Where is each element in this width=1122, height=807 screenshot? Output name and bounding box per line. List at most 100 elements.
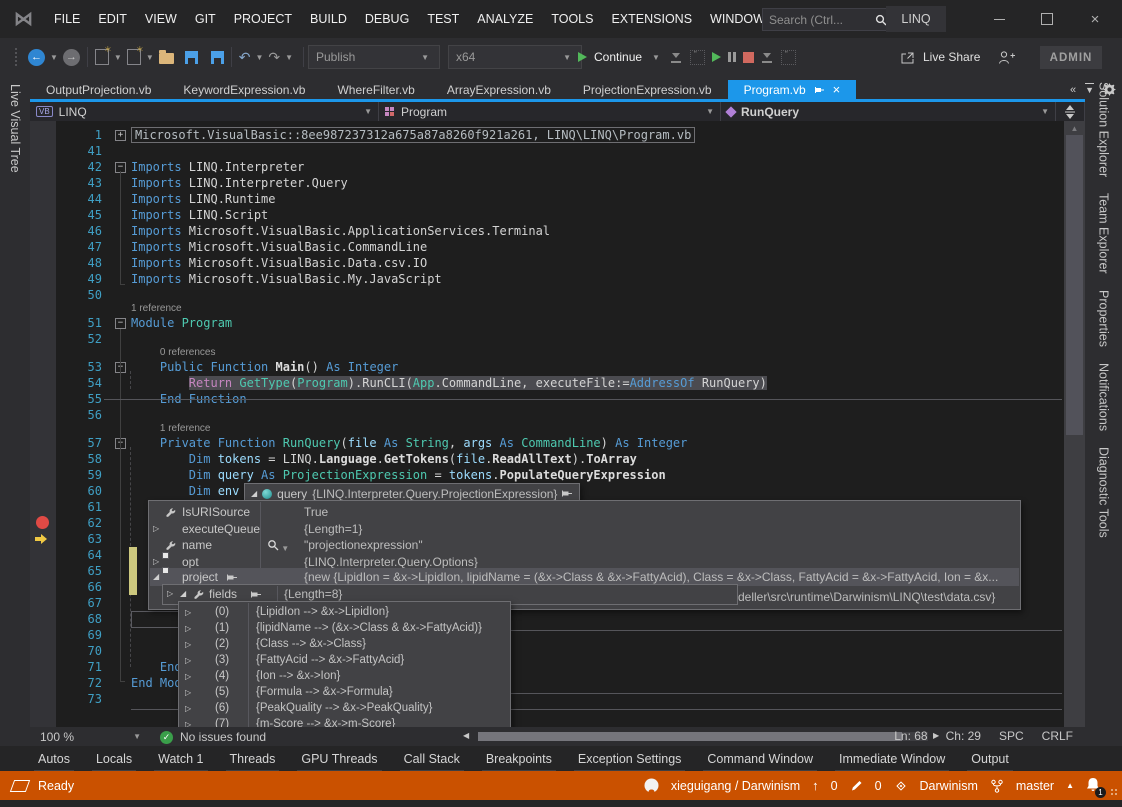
publish-dropdown[interactable]: Publish ▼ — [308, 45, 440, 69]
navigate-forward-button[interactable]: → — [63, 49, 80, 66]
menu-item-edit[interactable]: EDIT — [89, 12, 135, 26]
close-button[interactable]: × — [1072, 0, 1118, 38]
add-item-icon[interactable] — [127, 49, 141, 65]
restart-icon[interactable] — [690, 50, 705, 65]
datatip-row[interactable]: IsURISourceTrue — [149, 504, 1020, 521]
fields-item-row[interactable]: ▷(4){Ion --> &x->Ion} — [179, 669, 510, 685]
breakpoint-icon[interactable] — [36, 516, 49, 529]
tool-tab-breakpoints[interactable]: Breakpoints — [486, 752, 552, 766]
codelens-references[interactable]: 1 reference — [160, 423, 211, 435]
tool-tab-call-stack[interactable]: Call Stack — [404, 752, 460, 766]
fold-collapse-icon[interactable]: − — [115, 318, 126, 329]
collapsed-icon[interactable]: ▷ — [185, 624, 191, 633]
close-tab-icon[interactable]: × — [833, 82, 841, 97]
editor-vertical-scrollbar[interactable]: ▲ ▼ — [1064, 121, 1085, 746]
pending-edits-count[interactable]: 0 — [875, 779, 882, 793]
expanded-icon[interactable]: ◢ — [153, 572, 159, 581]
menu-item-debug[interactable]: DEBUG — [356, 12, 418, 26]
branch-button[interactable]: master — [1016, 779, 1054, 793]
codelens-references[interactable]: 0 references — [160, 347, 216, 359]
menu-item-test[interactable]: TEST — [418, 12, 468, 26]
platform-dropdown[interactable]: x64 ▼ — [448, 45, 582, 69]
expanded-icon[interactable]: ◢ — [251, 489, 257, 498]
menu-item-tools[interactable]: TOOLS — [542, 12, 602, 26]
fields-item-row[interactable]: ▷(1){lipidName --> (&x->Class & &x->Fatt… — [179, 621, 510, 637]
collapsed-icon[interactable]: ▷ — [185, 608, 191, 617]
navigate-back-button[interactable]: ← — [28, 49, 45, 66]
open-file-icon[interactable] — [159, 53, 174, 64]
continue-icon[interactable] — [578, 52, 587, 62]
datatip-row[interactable]: ▷executeQueue{Length=1} — [149, 521, 1020, 538]
step-over-icon[interactable] — [781, 50, 796, 65]
tab-program.vb[interactable]: Program.vb× — [728, 80, 857, 99]
maximize-button[interactable] — [1024, 0, 1070, 38]
live-share-button[interactable]: Live Share — [923, 50, 980, 64]
pin-icon[interactable] — [562, 488, 573, 499]
remote-repo-button[interactable]: xieguigang / Darwinism — [671, 779, 800, 793]
column-indicator[interactable]: Ch: 29 — [946, 729, 981, 743]
continue-caret-icon[interactable]: ▼ — [652, 53, 660, 62]
collapsed-icon[interactable]: ▷ — [185, 656, 191, 665]
tool-tab-locals[interactable]: Locals — [96, 752, 132, 766]
tool-tab-command-window[interactable]: Command Window — [707, 752, 813, 766]
editor-horizontal-scrollbar[interactable] — [478, 732, 928, 741]
tool-tab-threads[interactable]: Threads — [230, 752, 276, 766]
pin-icon[interactable] — [251, 589, 262, 600]
pin-icon[interactable] — [815, 85, 825, 95]
tool-tab-gpu-threads[interactable]: GPU Threads — [301, 752, 377, 766]
resize-grip[interactable] — [1110, 788, 1119, 797]
menu-item-git[interactable]: GIT — [186, 12, 225, 26]
fold-expand-icon[interactable]: + — [115, 130, 126, 141]
breakpoint-margin[interactable] — [30, 121, 56, 727]
tab-arrayexpression.vb[interactable]: ArrayExpression.vb — [431, 80, 567, 99]
codelens-references[interactable]: 1 reference — [131, 303, 182, 315]
scroll-left-icon[interactable]: ◀ — [463, 731, 469, 740]
split-window-button[interactable] — [1056, 102, 1085, 121]
spaces-indicator[interactable]: SPC — [999, 729, 1024, 743]
tab-wherefilter.vb[interactable]: WhereFilter.vb — [321, 80, 430, 99]
collapsed-icon[interactable]: ▷ — [185, 640, 191, 649]
menu-item-build[interactable]: BUILD — [301, 12, 356, 26]
magnifier-icon[interactable]: ▼ — [267, 539, 289, 554]
search-input[interactable]: Search (Ctrl... — [762, 8, 894, 31]
tool-tab-immediate-window[interactable]: Immediate Window — [839, 752, 945, 766]
line-ending-indicator[interactable]: CRLF — [1042, 729, 1073, 743]
member-dropdown[interactable]: RunQuery ▼ — [721, 102, 1056, 121]
repository-button[interactable]: Darwinism — [920, 779, 978, 793]
start-icon[interactable] — [712, 52, 721, 62]
menu-item-view[interactable]: VIEW — [136, 12, 186, 26]
tool-tab-exception-settings[interactable]: Exception Settings — [578, 752, 682, 766]
tab-notifications[interactable]: Notifications — [1097, 363, 1111, 431]
show-next-statement-icon[interactable] — [670, 52, 683, 63]
menu-item-analyze[interactable]: ANALYZE — [468, 12, 542, 26]
tab-projectionexpression.vb[interactable]: ProjectionExpression.vb — [567, 80, 728, 99]
vertical-scroll-thumb[interactable] — [1066, 135, 1083, 435]
background-tasks-icon[interactable] — [10, 780, 30, 792]
scroll-tabs-icon[interactable]: « — [1070, 84, 1076, 96]
outgoing-commits-icon[interactable]: ↑ — [812, 778, 819, 793]
tool-tab-output[interactable]: Output — [971, 752, 1009, 766]
collapsed-icon[interactable]: ▷ — [167, 589, 173, 598]
type-drop-down[interactable]: Program ▼ — [379, 102, 721, 121]
undo-icon[interactable]: ↶ — [239, 49, 251, 66]
pending-edits-icon[interactable] — [850, 779, 863, 792]
tab-keywordexpression.vb[interactable]: KeywordExpression.vb — [167, 80, 321, 99]
collapsed-icon[interactable]: ▷ — [153, 557, 159, 566]
collapsed-region-text[interactable]: Microsoft.VisualBasic::8ee987237312a675a… — [131, 127, 695, 143]
collapsed-icon[interactable]: ▷ — [185, 688, 191, 697]
break-all-icon[interactable] — [728, 52, 736, 62]
horizontal-scroll-thumb[interactable] — [478, 732, 902, 741]
continue-button[interactable]: Continue — [594, 50, 642, 64]
collapsed-icon[interactable]: ▷ — [185, 704, 191, 713]
expanded-icon[interactable]: ◢ — [180, 589, 186, 598]
navigate-back-caret-icon[interactable]: ▼ — [50, 53, 58, 62]
menu-item-project[interactable]: PROJECT — [225, 12, 301, 26]
outgoing-commits-count[interactable]: 0 — [831, 779, 838, 793]
notifications-button[interactable]: 1 — [1086, 777, 1100, 795]
fields-item-row[interactable]: ▷(3){FattyAcid --> &x->FattyAcid} — [179, 653, 510, 669]
issues-indicator[interactable]: ✓ No issues found — [160, 730, 266, 744]
step-into-icon[interactable] — [761, 52, 774, 63]
fields-item-row[interactable]: ▷(6){PeakQuality --> &x->PeakQuality} — [179, 701, 510, 717]
tool-tab-autos[interactable]: Autos — [38, 752, 70, 766]
undo-caret-icon[interactable]: ▼ — [256, 53, 264, 62]
